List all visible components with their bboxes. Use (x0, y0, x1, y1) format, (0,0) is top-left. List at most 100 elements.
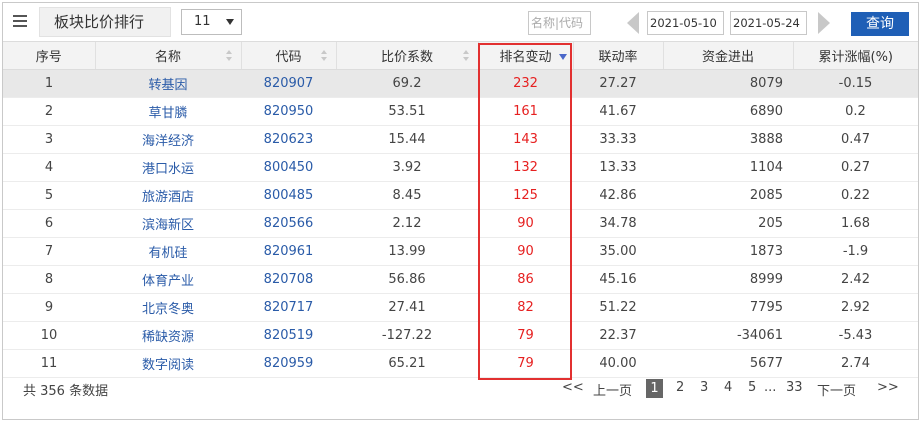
cell-rank-change-text: 86 (517, 272, 534, 287)
table-row[interactable]: 3 海洋经济 820623 15.44 143 33.33 3888 0.47 (3, 125, 918, 154)
search-input[interactable] (528, 11, 591, 35)
cell-code[interactable]: 820717 (241, 293, 336, 322)
page-link-current[interactable]: 1 (646, 379, 663, 398)
table-row[interactable]: 2 草甘膦 820950 53.51 161 41.67 6890 0.2 (3, 97, 918, 126)
cell-ratio-text: 8.45 (392, 188, 422, 203)
cell-name-text[interactable]: 数字阅读 (142, 358, 194, 373)
cell-name-text[interactable]: 有机硅 (148, 246, 187, 261)
cell-name[interactable]: 转基因 (95, 69, 241, 98)
table-row[interactable]: 5 旅游酒店 800485 8.45 125 42.86 2085 0.22 (3, 181, 918, 210)
first-page-link[interactable]: << (562, 380, 584, 395)
cell-code[interactable]: 820950 (241, 97, 336, 126)
cell-code[interactable]: 820961 (241, 237, 336, 266)
cell-ratio: 3.92 (336, 153, 478, 182)
page-link[interactable]: 5 (748, 380, 756, 395)
cell-code-text[interactable]: 820519 (264, 328, 314, 343)
cell-index-text: 7 (44, 244, 54, 259)
page-link[interactable]: 2 (676, 380, 684, 395)
sort-icon[interactable] (462, 50, 470, 62)
cell-name[interactable]: 有机硅 (95, 237, 241, 266)
start-date-input[interactable] (647, 11, 724, 35)
last-page-link[interactable]: >> (877, 380, 899, 395)
table-row[interactable]: 8 体育产业 820708 56.86 86 45.16 8999 2.42 (3, 265, 918, 294)
cell-code-text[interactable]: 820717 (264, 300, 314, 315)
cell-cumulative-gain-text: -1.9 (842, 244, 869, 259)
cell-code-text[interactable]: 820961 (264, 244, 314, 259)
total-count: 共 356 条数据 (23, 384, 109, 399)
cell-ratio: 13.99 (336, 237, 478, 266)
sort-icon[interactable] (225, 50, 233, 62)
end-date-input[interactable] (730, 11, 807, 35)
cell-code[interactable]: 800485 (241, 181, 336, 210)
cell-name[interactable]: 旅游酒店 (95, 181, 241, 210)
cell-cumulative-gain: 0.2 (793, 97, 918, 126)
cell-name[interactable]: 海洋经济 (95, 125, 241, 154)
cell-name[interactable]: 港口水运 (95, 153, 241, 182)
cell-code-text[interactable]: 820566 (264, 216, 314, 231)
cell-name-text[interactable]: 体育产业 (142, 274, 194, 289)
cell-name-text[interactable]: 草甘膦 (148, 106, 187, 121)
cell-code-text[interactable]: 820950 (264, 104, 314, 119)
cell-name[interactable]: 北京冬奥 (95, 293, 241, 322)
table-row[interactable]: 9 北京冬奥 820717 27.41 82 51.22 7795 2.92 (3, 293, 918, 322)
next-page-link[interactable]: 下一页 (817, 380, 856, 399)
cell-cumulative-gain-text: 2.74 (841, 356, 870, 371)
cell-code[interactable]: 820959 (241, 349, 336, 378)
table-row[interactable]: 10 稀缺资源 820519 -127.22 79 22.37 -34061 -5.43 (3, 321, 918, 350)
page-size-select[interactable]: 11 (181, 9, 242, 35)
cell-code-text[interactable]: 820907 (264, 76, 314, 91)
cell-code[interactable]: 820566 (241, 209, 336, 238)
cell-code[interactable]: 820623 (241, 125, 336, 154)
cell-name[interactable]: 滨海新区 (95, 209, 241, 238)
header-ratio[interactable]: 比价系数 (335, 41, 478, 70)
header-name[interactable]: 名称 (94, 41, 241, 70)
cell-code-text[interactable]: 820959 (264, 356, 314, 371)
cell-code[interactable]: 820708 (241, 265, 336, 294)
cell-code-text[interactable]: 800450 (264, 160, 314, 175)
query-button[interactable]: 查询 (851, 12, 909, 36)
prev-page-link[interactable]: 上一页 (593, 380, 632, 399)
table-row[interactable]: 11 数字阅读 820959 65.21 79 40.00 5677 2.74 (3, 349, 918, 378)
cell-linkage-text: 22.37 (599, 328, 637, 343)
cell-cumulative-gain: 0.47 (793, 125, 918, 154)
sort-desc-icon[interactable] (558, 54, 567, 60)
header-rank-change[interactable]: 排名变动 (477, 41, 573, 70)
cell-linkage-text: 34.78 (599, 216, 637, 231)
cell-code-text[interactable]: 820623 (264, 132, 314, 147)
cell-code[interactable]: 800450 (241, 153, 336, 182)
cell-code-text[interactable]: 800485 (264, 188, 314, 203)
cell-rank-change-text: 132 (513, 160, 538, 175)
table-row[interactable]: 4 港口水运 800450 3.92 132 13.33 1104 0.27 (3, 153, 918, 182)
cell-cumulative-gain-text: 1.68 (841, 216, 870, 231)
cell-code[interactable]: 820907 (241, 69, 336, 98)
page-link[interactable]: 3 (700, 380, 708, 395)
list-icon[interactable] (13, 15, 27, 27)
cell-name-text[interactable]: 旅游酒店 (142, 190, 194, 205)
table-row[interactable]: 6 滨海新区 820566 2.12 90 34.78 205 1.68 (3, 209, 918, 238)
page-link[interactable]: 4 (724, 380, 732, 395)
header-code[interactable]: 代码 (240, 41, 336, 70)
cell-code[interactable]: 820519 (241, 321, 336, 350)
cell-name[interactable]: 稀缺资源 (95, 321, 241, 350)
cell-cumulative-gain-text: -0.15 (838, 76, 873, 91)
table-row[interactable]: 1 转基因 820907 69.2 232 27.27 8079 -0.15 (3, 69, 918, 98)
next-period-arrow-icon[interactable] (818, 12, 830, 34)
prev-period-arrow-icon[interactable] (627, 12, 639, 34)
cell-name-text[interactable]: 海洋经济 (142, 134, 194, 149)
cell-name-text[interactable]: 转基因 (148, 78, 187, 93)
cell-name[interactable]: 数字阅读 (95, 349, 241, 378)
page-link-last[interactable]: 33 (786, 380, 803, 395)
cell-rank-change: 161 (478, 97, 573, 126)
cell-code-text[interactable]: 820708 (264, 272, 314, 287)
cell-index: 5 (3, 181, 95, 210)
cell-name[interactable]: 草甘膦 (95, 97, 241, 126)
cell-name-text[interactable]: 港口水运 (142, 162, 194, 177)
cell-name-text[interactable]: 北京冬奥 (142, 302, 194, 317)
cell-name[interactable]: 体育产业 (95, 265, 241, 294)
table-row[interactable]: 7 有机硅 820961 13.99 90 35.00 1873 -1.9 (3, 237, 918, 266)
page-size-value: 11 (194, 14, 211, 29)
cell-name-text[interactable]: 稀缺资源 (142, 330, 194, 345)
sort-icon[interactable] (320, 50, 328, 62)
cell-name-text[interactable]: 滨海新区 (142, 218, 194, 233)
cell-fund-flow: 8999 (663, 265, 793, 294)
